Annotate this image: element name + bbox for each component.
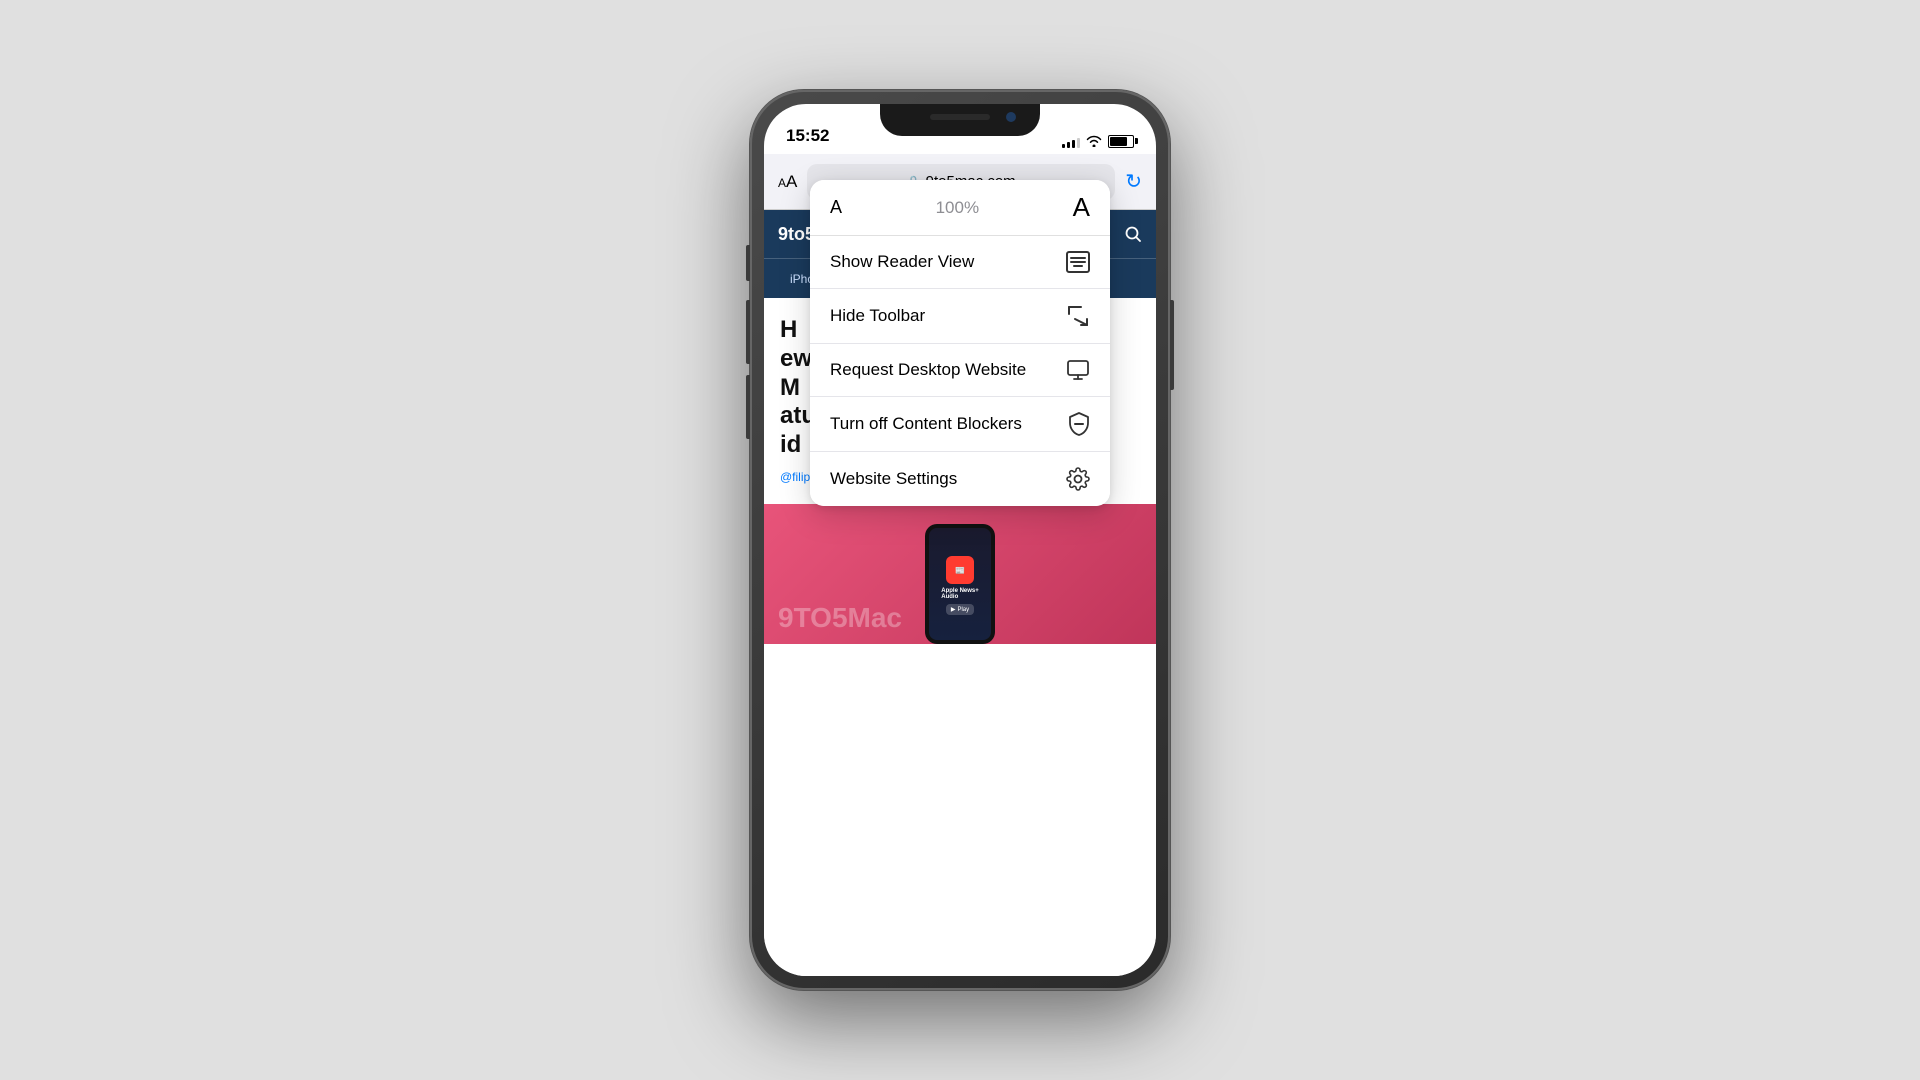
shield-icon [1068,412,1090,436]
status-time: 15:52 [786,126,829,148]
font-size-percentage: 100% [936,198,979,218]
promo-9to5-text: 9TO5Mac [778,602,902,634]
search-icon [1124,225,1142,243]
phone-screen: 15:52 [764,104,1156,976]
hide-toolbar-label: Hide Toolbar [830,306,925,326]
signal-bars [1062,134,1080,148]
news-logo: 📰 [946,556,974,584]
desktop-icon [1066,359,1090,381]
wifi-icon [1086,135,1102,147]
volume-up-button [746,300,750,364]
play-icon-mini: ▶ [951,606,956,613]
hide-toolbar-item[interactable]: Hide Toolbar [810,289,1110,344]
power-button [1170,300,1174,390]
signal-bar-2 [1067,142,1070,148]
aa-button[interactable]: A A [778,172,797,192]
turn-off-content-blockers-item[interactable]: Turn off Content Blockers [810,397,1110,452]
signal-bar-4 [1077,138,1080,148]
promo-phone-mini: 📰 Apple News+Audio ▶ Play [925,524,995,644]
refresh-button[interactable]: ↻ [1125,169,1142,194]
aa-small-a: A [778,176,786,190]
promo-phone-screen: 📰 Apple News+Audio ▶ Play [929,528,991,640]
play-button-mini: ▶ Play [946,604,974,615]
aa-menu: A 100% A Show Reader View Hide Toolbar [810,180,1110,506]
arrows-icon [1066,304,1090,328]
status-icons [1062,134,1134,148]
request-desktop-item[interactable]: Request Desktop Website [810,344,1110,397]
font-increase-button[interactable]: A [1073,192,1090,223]
mute-switch [746,245,750,281]
battery-icon [1108,135,1134,148]
battery-fill [1110,137,1127,146]
reader-view-icon [1066,251,1090,273]
gear-icon [1066,467,1090,491]
website-settings-label: Website Settings [830,469,957,489]
phone-mockup: 15:52 [750,90,1170,990]
volume-down-button [746,375,750,439]
show-reader-view-label: Show Reader View [830,252,974,272]
front-camera [1006,112,1016,122]
aa-large-a: A [786,172,797,192]
website-settings-item[interactable]: Website Settings [810,452,1110,506]
show-reader-view-item[interactable]: Show Reader View [810,236,1110,289]
font-size-row[interactable]: A 100% A [810,180,1110,236]
speaker [930,114,990,120]
notch [880,104,1040,136]
signal-bar-1 [1062,144,1065,148]
font-decrease-button[interactable]: A [830,197,842,218]
promo-banner: 9TO5Mac 📰 Apple News+Audio ▶ Play [764,504,1156,644]
turn-off-content-blockers-label: Turn off Content Blockers [830,414,1022,434]
request-desktop-label: Request Desktop Website [830,360,1026,380]
signal-bar-3 [1072,140,1075,148]
